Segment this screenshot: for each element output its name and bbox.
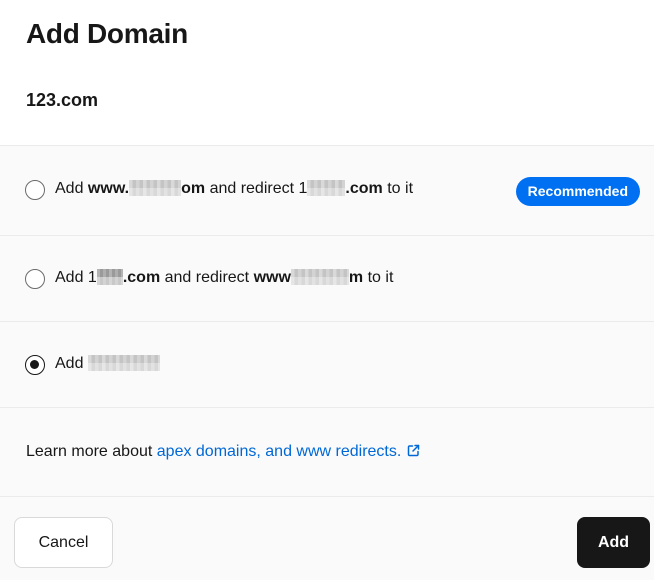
dialog-title: Add Domain <box>26 18 188 49</box>
learn-more-text: Learn more about apex domains, and www r… <box>26 441 420 463</box>
dialog-header: Add Domain 123.com <box>0 0 654 145</box>
option-apex-only-label: Add <box>55 353 160 375</box>
footer-divider <box>0 496 654 497</box>
recommended-badge: Recommended <box>515 177 640 206</box>
redacted-text <box>96 269 123 285</box>
radio-www-redirect[interactable] <box>25 180 45 200</box>
dialog-body: Add www. om and redirect 1 .com to it Reco… <box>0 145 654 580</box>
option-apex-only[interactable]: Add <box>0 322 654 408</box>
option-apex-redirect[interactable]: Add 1 .com and redirect www m to it <box>0 236 654 322</box>
redacted-text <box>290 269 349 285</box>
external-link-icon[interactable] <box>407 444 420 457</box>
option-www-redirect-label: Add www. om and redirect 1 .com to it <box>55 180 414 197</box>
domain-name: 123.com <box>26 90 99 110</box>
redacted-text <box>129 180 182 196</box>
redacted-text <box>87 355 160 371</box>
apex-domains-link[interactable]: apex domains, and www redirects. <box>157 443 402 460</box>
radio-apex-only[interactable] <box>25 355 45 375</box>
add-button[interactable]: Add <box>577 517 650 568</box>
add-domain-dialog: Add Domain 123.com Add www. om and redire… <box>0 0 654 580</box>
radio-apex-redirect[interactable] <box>25 269 45 289</box>
cancel-button[interactable]: Cancel <box>14 517 113 568</box>
option-apex-redirect-label: Add 1 .com and redirect www m to it <box>55 269 394 286</box>
redacted-text <box>307 180 346 196</box>
option-www-redirect[interactable]: Add www. om and redirect 1 .com to it Reco… <box>0 146 654 236</box>
